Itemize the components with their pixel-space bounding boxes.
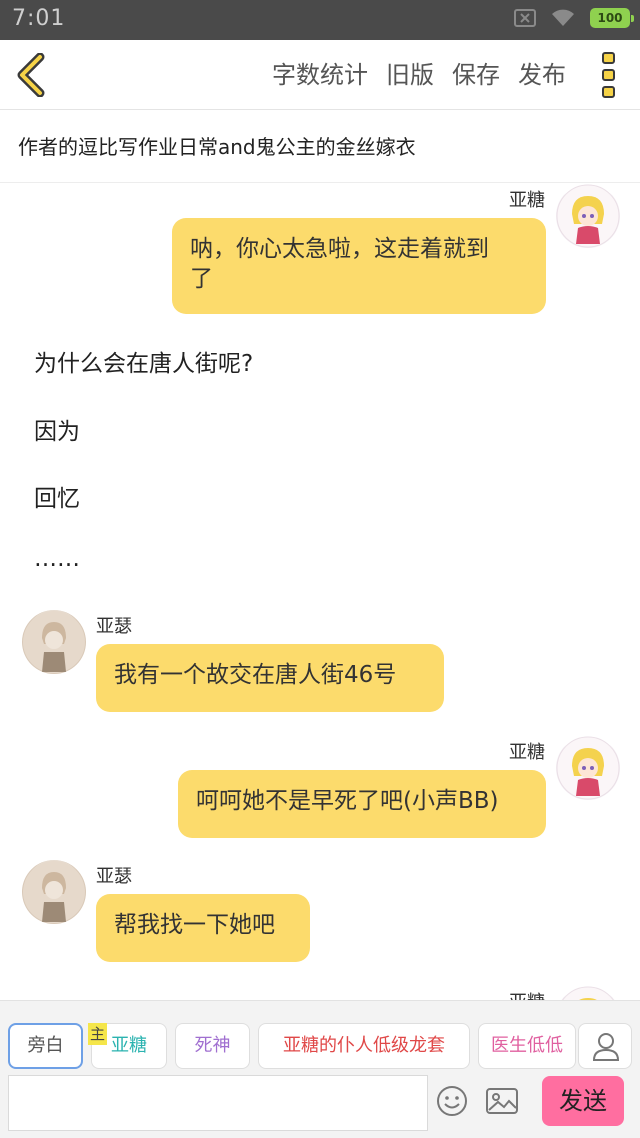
speaker-name: 亚瑟 [96, 616, 132, 637]
sketch-boy-avatar-icon [23, 611, 85, 673]
more-dot-icon [601, 69, 615, 81]
role-chip-narration[interactable]: 旁白 [8, 1023, 83, 1069]
chat-message-left: 亚瑟 帮我找一下她吧 [0, 860, 640, 964]
image-button[interactable] [484, 1083, 520, 1119]
narration-line[interactable]: 因为 [34, 412, 80, 446]
status-time: 7:01 [12, 6, 66, 31]
chat-message-right: 亚糖 呐，你心太急啦，这走着就到 了 [0, 184, 640, 324]
sketch-boy-avatar-icon [23, 861, 85, 923]
status-icons: 100 [514, 8, 634, 28]
message-line: 了 [190, 266, 213, 292]
anime-girl-avatar-icon [562, 986, 614, 1000]
chevron-left-icon [17, 52, 45, 98]
speaker-name: 亚糖 [509, 988, 545, 1000]
speaker-name: 亚糖 [509, 742, 545, 763]
chat-message-right: 亚糖 呵呵她不是早死了吧(小声BB) [0, 736, 640, 840]
host-badge: 主 [88, 1023, 108, 1045]
word-count-button[interactable]: 字数统计 [272, 58, 368, 92]
battery-icon: 100 [590, 8, 634, 28]
speaker-name: 亚糖 [509, 190, 545, 211]
anime-girl-avatar-icon [556, 184, 620, 248]
message-bubble[interactable]: 帮我找一下她吧 [96, 894, 310, 962]
old-version-button[interactable]: 旧版 [386, 58, 434, 92]
more-dot-icon [601, 52, 615, 64]
avatar-yatang[interactable] [556, 736, 620, 800]
avatar-yatang[interactable] [556, 184, 620, 248]
image-icon [486, 1088, 518, 1114]
user-icon [592, 1033, 620, 1061]
wifi-icon [552, 9, 574, 26]
composer-panel: 旁白 主 亚糖 死神 亚糖的仆人低级龙套 医生低低 发送 [0, 1000, 640, 1138]
message-line: 呐，你心太急啦，这走着就到 [190, 236, 489, 262]
message-bubble[interactable]: 我有一个故交在唐人街46号 [96, 644, 444, 712]
narration-line[interactable]: 回忆 [34, 479, 80, 513]
avatar-arthur[interactable] [22, 610, 86, 674]
role-chip-servant[interactable]: 亚糖的仆人低级龙套 [258, 1023, 470, 1069]
publish-button[interactable]: 发布 [518, 58, 566, 92]
chat-message-right: 亚糖 [0, 986, 640, 1000]
story-title: 作者的逗比写作业日常and鬼公主的金丝嫁衣 [18, 135, 416, 159]
message-bubble[interactable]: 呵呵她不是早死了吧(小声BB) [178, 770, 546, 838]
avatar-yatang[interactable] [556, 986, 620, 1000]
role-chip-doctor[interactable]: 医生低低 [478, 1023, 576, 1069]
back-button[interactable] [14, 52, 54, 98]
more-menu-button[interactable] [598, 52, 618, 98]
avatar-arthur[interactable] [22, 860, 86, 924]
story-title-row[interactable]: 作者的逗比写作业日常and鬼公主的金丝嫁衣 [0, 111, 640, 183]
anime-girl-avatar-icon [556, 736, 620, 800]
status-bar: 7:01 100 [0, 0, 640, 40]
role-chip-reaper[interactable]: 死神 [175, 1023, 250, 1069]
chat-area[interactable]: 亚糖 呐，你心太急啦，这走着就到 了 为什么会在唐人街呢? 因为 回忆 …… 亚… [0, 184, 640, 1000]
send-button[interactable]: 发送 [542, 1076, 624, 1126]
top-toolbar: 字数统计 旧版 保存 发布 [0, 40, 640, 110]
message-bubble[interactable]: 呐，你心太急啦，这走着就到 了 [172, 218, 546, 314]
chat-message-left: 亚瑟 我有一个故交在唐人街46号 [0, 610, 640, 714]
emoji-button[interactable] [434, 1083, 470, 1119]
save-button[interactable]: 保存 [452, 58, 500, 92]
smiley-icon [437, 1086, 467, 1116]
toolbar-actions: 字数统计 旧版 保存 发布 [272, 58, 566, 92]
more-dot-icon [601, 86, 615, 98]
speaker-name: 亚瑟 [96, 866, 132, 887]
message-input[interactable] [8, 1075, 428, 1131]
role-manager-button[interactable] [578, 1023, 632, 1069]
narration-line[interactable]: …… [34, 546, 80, 572]
sim-off-icon [514, 9, 536, 27]
narration-line[interactable]: 为什么会在唐人街呢? [34, 344, 253, 378]
